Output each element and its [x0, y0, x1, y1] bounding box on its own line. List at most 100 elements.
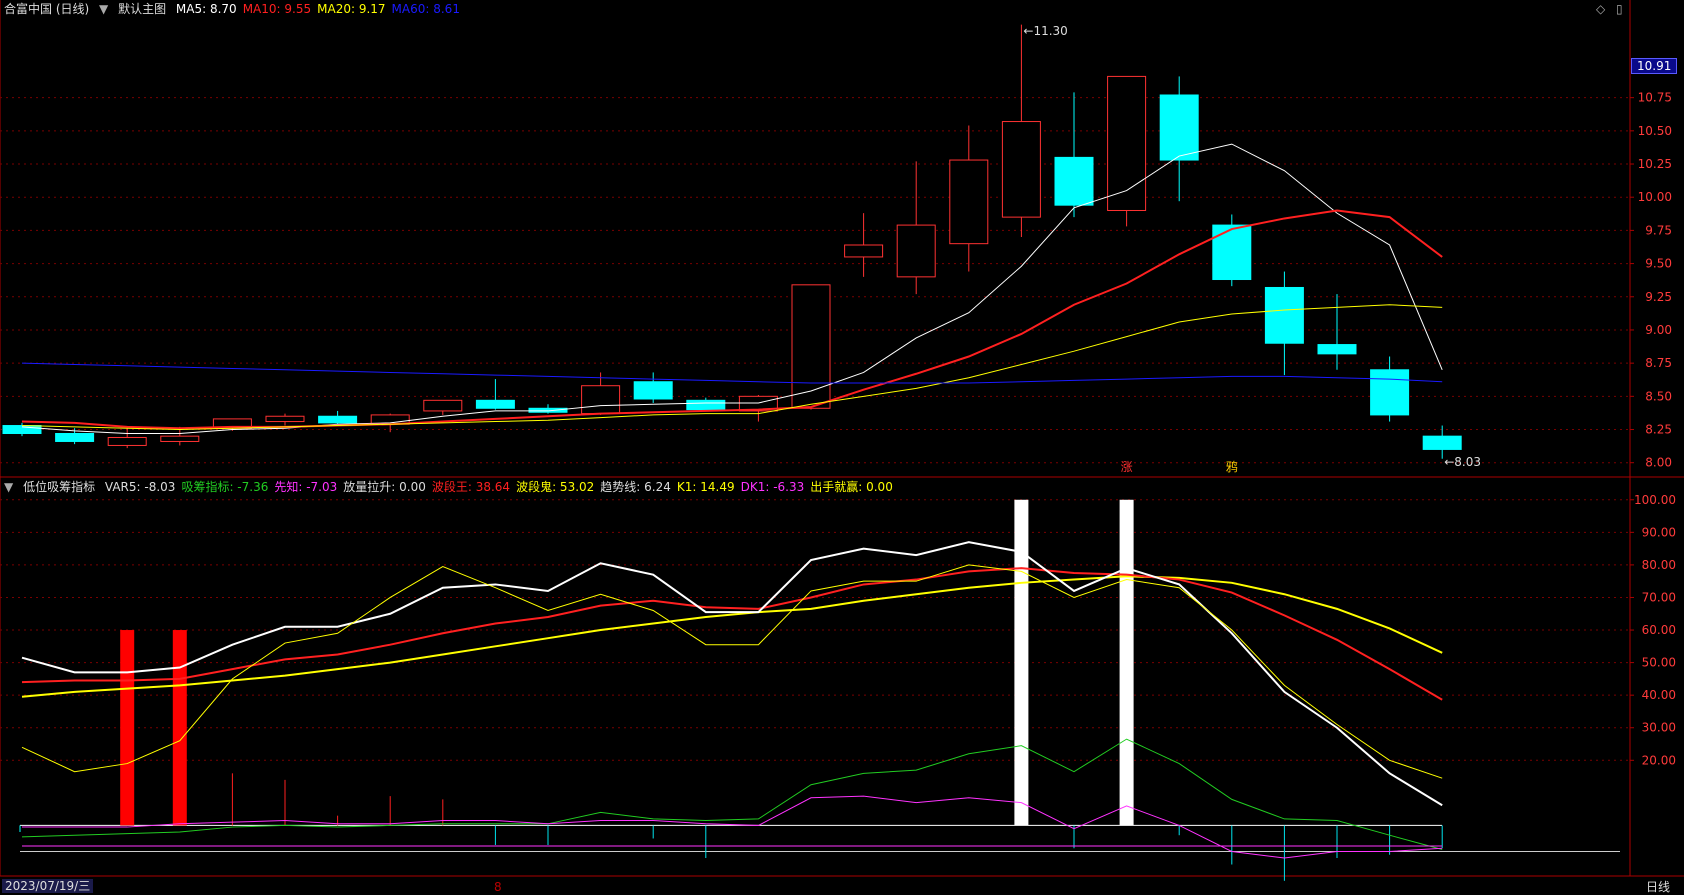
price-tick-label: 10.50 — [1638, 124, 1672, 138]
indicator-tick-label: 100.00 — [1634, 493, 1676, 507]
candle-10 — [528, 404, 568, 414]
price-tick-label: 8.00 — [1645, 456, 1672, 470]
candle-22 — [1159, 76, 1199, 202]
candle-body — [1001, 121, 1041, 218]
candle-body — [2, 425, 42, 435]
price-tick-label: 8.50 — [1645, 389, 1672, 403]
price-tick-label: 10.00 — [1638, 190, 1672, 204]
indicator-legend: VAR5: -8.03 吸筹指标: -7.36 先知: -7.03 放量拉升: 0.0… — [105, 480, 899, 494]
chevron-down-icon[interactable]: ▼ — [4, 480, 13, 494]
price-tick-label: 9.75 — [1645, 223, 1672, 237]
indicator-panel-header: ▼ 低位吸筹指标 VAR5: -8.03 吸筹指标: -7.36 先知: -7.03… — [4, 480, 905, 494]
candle-body — [1054, 156, 1094, 206]
ma-legend-item-0: MA5: 8.70 — [175, 2, 237, 16]
signal-marker-0: 涨 — [1121, 459, 1133, 474]
candle-25 — [1317, 294, 1357, 370]
ma-legend-item-3: MA60: 8.61 — [391, 2, 460, 16]
signal-bar-2 — [120, 630, 135, 826]
candle-16 — [844, 213, 884, 277]
period-label[interactable]: 日线 — [1646, 880, 1670, 894]
candle-26 — [1370, 356, 1410, 422]
ma-legend-item-1: MA10: 9.55 — [242, 2, 312, 16]
candle-body — [107, 436, 147, 446]
candle-24 — [1264, 271, 1304, 376]
chevron-down-icon[interactable]: ▼ — [99, 2, 108, 16]
candle-8 — [423, 399, 463, 415]
candle-body — [581, 385, 621, 415]
signal-bar-3 — [172, 630, 187, 826]
price-panel-header: 合富中国 (日线) ▼ 默认主图 MA5: 8.70 MA10: 9.55 MA20… — [4, 2, 472, 16]
price-tick-label: 9.50 — [1645, 257, 1672, 271]
price-tick-label: 9.25 — [1645, 290, 1672, 304]
indicator-legend-item-2: 先知: -7.03 — [274, 480, 338, 494]
indicator-line-K1 — [21, 564, 1443, 779]
indicator-legend-item-1: 吸筹指标: -7.36 — [181, 480, 269, 494]
indicator-tick-label: 60.00 — [1642, 623, 1676, 637]
indicator-tick-label: 30.00 — [1642, 721, 1676, 735]
candle-17 — [896, 161, 936, 295]
candle-6 — [318, 410, 358, 426]
indicator-tick-label: 40.00 — [1642, 688, 1676, 702]
candle-body — [160, 435, 200, 442]
indicator-tick-label: 50.00 — [1642, 656, 1676, 670]
indicator-line-吸筹指标 — [21, 738, 1443, 851]
candle-body — [1422, 435, 1462, 450]
indicator-title[interactable]: 低位吸筹指标 — [23, 480, 95, 494]
candle-body — [686, 399, 726, 411]
ma-legend-item-2: MA20: 9.17 — [317, 2, 386, 16]
candle-body — [844, 244, 884, 258]
indicator-legend-item-7: K1: 14.49 — [676, 480, 735, 494]
price-tick-label: 8.25 — [1645, 423, 1672, 437]
candle-18 — [949, 125, 989, 272]
candle-body — [1370, 369, 1410, 416]
signal-bar-19 — [1014, 499, 1029, 826]
indicator-legend-item-3: 放量拉升: 0.00 — [343, 480, 426, 494]
panel-icon[interactable]: ▯ — [1616, 2, 1623, 16]
ma-line-ma5 — [21, 143, 1443, 435]
indicator-legend-item-5: 波段鬼: 53.02 — [516, 480, 595, 494]
low-price-label: ←8.03 — [1444, 454, 1481, 469]
candle-body — [55, 433, 95, 442]
arrow-left-icon: ← — [1023, 23, 1034, 38]
price-tick-label: 10.75 — [1638, 91, 1672, 105]
candle-2 — [107, 428, 147, 449]
candle-0 — [2, 422, 42, 437]
candle-21 — [1107, 75, 1147, 227]
stock-title: 合富中国 (日线) — [4, 2, 90, 16]
arrow-left-icon: ← — [1444, 454, 1455, 469]
candle-body — [896, 224, 936, 278]
candle-11 — [581, 372, 621, 415]
candle-body — [1159, 94, 1199, 161]
candle-9 — [475, 379, 515, 410]
candle-body — [265, 415, 305, 423]
price-tick-label: 8.75 — [1645, 356, 1672, 370]
candle-body — [949, 159, 989, 245]
indicator-tick-label: 20.00 — [1642, 753, 1676, 767]
ma-line-ma60 — [21, 362, 1443, 384]
date-cursor-label: 2023/07/19/三 — [2, 879, 94, 893]
candle-12 — [633, 372, 673, 403]
indicator-tick-label: 70.00 — [1642, 590, 1676, 604]
price-tick-label: 9.00 — [1645, 323, 1672, 337]
indicator-legend-item-9: 出手就赢: 0.00 — [810, 480, 893, 494]
candle-body — [475, 399, 515, 409]
candle-body — [1212, 224, 1252, 281]
month-marker: 8 — [494, 880, 502, 894]
diamond-icon[interactable]: ◇ — [1596, 2, 1605, 16]
candle-body — [1264, 286, 1304, 344]
candle-body — [318, 415, 358, 424]
candle-19 — [1001, 24, 1041, 238]
candle-20 — [1054, 92, 1094, 218]
candle-body — [633, 381, 673, 400]
stock-chart-canvas[interactable]: 8.00 8.25 8.50 8.75 9.00 9.25 9.50 9.75 10.00 10.… — [0, 0, 1684, 895]
price-tick-label: 10.25 — [1638, 157, 1672, 171]
indicator-line-波段鬼 — [21, 575, 1443, 698]
candle-body — [423, 399, 463, 412]
indicator-tick-label: 90.00 — [1642, 525, 1676, 539]
candle-5 — [265, 413, 305, 426]
candle-body — [1317, 344, 1357, 355]
high-price-label: ←11.30 — [1023, 23, 1068, 38]
signal-bar-21 — [1119, 499, 1134, 826]
signal-marker-1: 鸦 — [1226, 459, 1238, 474]
main-template-label[interactable]: 默认主图 — [118, 2, 166, 16]
